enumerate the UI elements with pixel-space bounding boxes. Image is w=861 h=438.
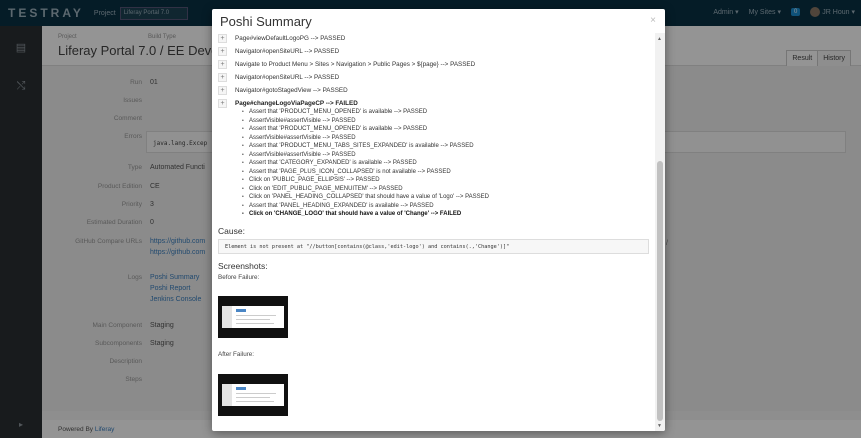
substep: Assert that 'PRODUCT_MENU_OPENED' is ava… <box>242 109 427 118</box>
screenshot-sidebar <box>222 306 232 328</box>
substep: Click on 'EDIT_PUBLIC_PAGE_MENUITEM' -->… <box>242 186 403 195</box>
poshi-summary-modal: Poshi Summary × + Page#viewDefaultLogoPG … <box>212 9 665 431</box>
expand-icon[interactable]: + <box>218 98 227 108</box>
after-failure-label: After Failure: <box>218 351 255 358</box>
expand-icon[interactable]: + <box>218 33 227 43</box>
screenshot-line <box>236 315 276 316</box>
close-icon[interactable]: × <box>650 15 656 26</box>
step-text: Page#viewDefaultLogoPG --> PASSED <box>235 34 346 42</box>
step-text: Page#changeLogoViaPageCP --> FAILED <box>235 99 358 107</box>
screenshot-sidebar <box>222 384 232 406</box>
scroll-thumb[interactable] <box>657 161 663 421</box>
screenshot-accent <box>236 387 246 390</box>
expand-icon[interactable]: + <box>218 59 227 69</box>
substep: Assert that 'PAGE_PLUS_ICON_COLLAPSED' i… <box>242 169 451 178</box>
cause-box: Element is not present at "//button[cont… <box>218 239 649 254</box>
expand-icon[interactable]: + <box>218 46 227 56</box>
substep: Assert that 'PRODUCT_MENU_TABS_SITES_EXP… <box>242 143 474 152</box>
substep: Assert that 'PANEL_HEADING_EXPANDED' is … <box>242 203 434 212</box>
substep: Click on 'PUBLIC_PAGE_ELLIPSIS' --> PASS… <box>242 177 380 186</box>
failed-step-row[interactable]: + Page#changeLogoViaPageCP --> FAILED <box>218 98 358 108</box>
scroll-up-icon[interactable]: ▲ <box>657 36 662 42</box>
step-text: Navigator#openSiteURL --> PASSED <box>235 73 340 81</box>
step-row[interactable]: + Navigator#gotoStagedView --> PASSED <box>218 85 348 95</box>
after-failure-screenshot[interactable] <box>218 374 288 416</box>
step-row[interactable]: + Navigator#openSiteURL --> PASSED <box>218 46 339 56</box>
screenshot-line <box>236 393 276 394</box>
substep: AssertVisible#assertVisible --> PASSED <box>242 135 356 144</box>
before-failure-screenshot[interactable] <box>218 296 288 338</box>
step-text: Navigate to Product Menu > Sites > Navig… <box>235 60 476 68</box>
screenshots-heading: Screenshots: <box>218 261 268 271</box>
step-row[interactable]: + Page#viewDefaultLogoPG --> PASSED <box>218 33 345 43</box>
cause-text: Element is not present at "//button[cont… <box>225 244 510 250</box>
substep: Click on 'PANEL_HEADING_COLLAPSED' that … <box>242 194 489 203</box>
screenshot-line <box>236 323 274 324</box>
substep: Assert that 'CATEGORY_EXPANDED' is avail… <box>242 160 417 169</box>
modal-body: + Page#viewDefaultLogoPG --> PASSED + Navi… <box>212 33 655 431</box>
screenshot-accent <box>236 309 246 312</box>
substep: Assert that 'PRODUCT_MENU_OPENED' is ava… <box>242 126 427 135</box>
before-failure-label: Before Failure: <box>218 274 260 281</box>
step-row[interactable]: + Navigator#openSiteURL --> PASSED <box>218 72 339 82</box>
cause-heading: Cause: <box>218 226 245 236</box>
expand-icon[interactable]: + <box>218 85 227 95</box>
substep: AssertVisible#assertVisible --> PASSED <box>242 118 356 127</box>
modal-scrollbar[interactable]: ▲ ▼ <box>655 33 665 431</box>
substep: AssertVisible#assertVisible --> PASSED <box>242 152 356 161</box>
step-text: Navigator#openSiteURL --> PASSED <box>235 47 340 55</box>
step-text: Navigator#gotoStagedView --> PASSED <box>235 86 348 94</box>
step-row[interactable]: + Navigate to Product Menu > Sites > Navi… <box>218 59 475 69</box>
screenshot-line <box>236 319 270 320</box>
scroll-down-icon[interactable]: ▼ <box>657 423 662 429</box>
failed-substep: Click on 'CHANGE_LOGO' that should have … <box>242 211 461 220</box>
screenshot-line <box>236 397 270 398</box>
modal-title: Poshi Summary <box>220 14 312 29</box>
screenshot-line <box>236 401 274 402</box>
expand-icon[interactable]: + <box>218 72 227 82</box>
